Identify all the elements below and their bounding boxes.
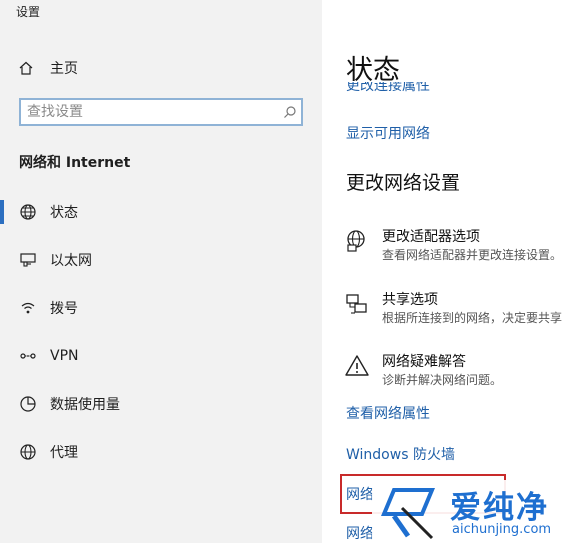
sidebar: 设置 主页 网络和 Internet 状态 以太网 [0, 0, 322, 543]
adapter-options[interactable]: 更改适配器选项 查看网络适配器并更改连接设置。 [344, 226, 573, 270]
watermark-logo-icon [380, 486, 440, 544]
sidebar-item-label: VPN [50, 348, 79, 364]
ethernet-icon [18, 251, 38, 269]
sidebar-item-label: 状态 [50, 205, 78, 221]
show-available-networks-link[interactable]: 显示可用网络 [346, 123, 430, 143]
sidebar-item-data-usage[interactable]: 数据使用量 [0, 380, 322, 428]
proxy-icon [18, 443, 38, 461]
sharing-options[interactable]: 共享选项 根据所连接到的网络，决定要共享 [344, 289, 573, 333]
sidebar-item-dialup[interactable]: 拨号 [0, 284, 322, 332]
search-input[interactable] [21, 101, 279, 123]
sharing-options-title: 共享选项 [382, 292, 438, 308]
app-title: 设置 [16, 5, 41, 19]
network-troubleshooter-desc: 诊断并解决网络问题。 [382, 373, 503, 387]
network-troubleshooter[interactable]: 网络疑难解答 诊断并解决网络问题。 [344, 351, 573, 395]
sharing-options-desc: 根据所连接到的网络，决定要共享 [382, 311, 563, 325]
view-network-properties-link[interactable]: 查看网络属性 [346, 403, 430, 423]
sidebar-item-label: 以太网 [50, 253, 92, 269]
dialup-icon [18, 299, 38, 317]
sidebar-item-label: 数据使用量 [50, 397, 120, 413]
sidebar-item-label: 代理 [50, 445, 78, 461]
network-troubleshooter-title: 网络疑难解答 [382, 354, 466, 370]
watermark-brand: 爱纯净 [450, 490, 549, 526]
adapter-options-title: 更改适配器选项 [382, 229, 480, 245]
sidebar-item-label: 拨号 [50, 301, 78, 317]
sidebar-item-status[interactable]: 状态 [0, 188, 322, 236]
windows-firewall-link[interactable]: Windows 防火墙 [346, 444, 455, 464]
change-connection-properties-link[interactable]: 更改连接属性 [346, 82, 546, 96]
home-label: 主页 [50, 61, 78, 77]
sharing-icon [344, 291, 370, 317]
globe-icon [18, 203, 38, 221]
main-panel: 状态 更改连接属性 显示可用网络 更改网络设置 更改适配器选项 查看网络适配器并… [322, 0, 573, 543]
change-connection-properties-text: 更改连接属性 [346, 82, 430, 94]
data-usage-icon [18, 395, 38, 413]
change-network-settings-heading: 更改网络设置 [346, 172, 461, 194]
section-title: 网络和 Internet [19, 155, 131, 171]
adapter-options-desc: 查看网络适配器并更改连接设置。 [382, 248, 563, 262]
search-box[interactable] [19, 98, 303, 126]
watermark-site: aichunjing.com [452, 522, 552, 537]
vpn-icon [18, 347, 38, 365]
adapter-icon [344, 228, 370, 254]
search-icon[interactable] [279, 105, 301, 119]
network-link[interactable]: 网络 [346, 523, 374, 543]
nav-list: 状态 以太网 拨号 VPN 数据使用量 代理 [0, 188, 322, 476]
sidebar-item-proxy[interactable]: 代理 [0, 428, 322, 476]
sidebar-item-ethernet[interactable]: 以太网 [0, 236, 322, 284]
sidebar-item-vpn[interactable]: VPN [0, 332, 322, 380]
home-button[interactable]: 主页 [16, 56, 78, 80]
warning-icon [344, 353, 370, 379]
watermark: 爱纯净 aichunjing.com [372, 480, 573, 543]
home-icon [16, 60, 36, 76]
